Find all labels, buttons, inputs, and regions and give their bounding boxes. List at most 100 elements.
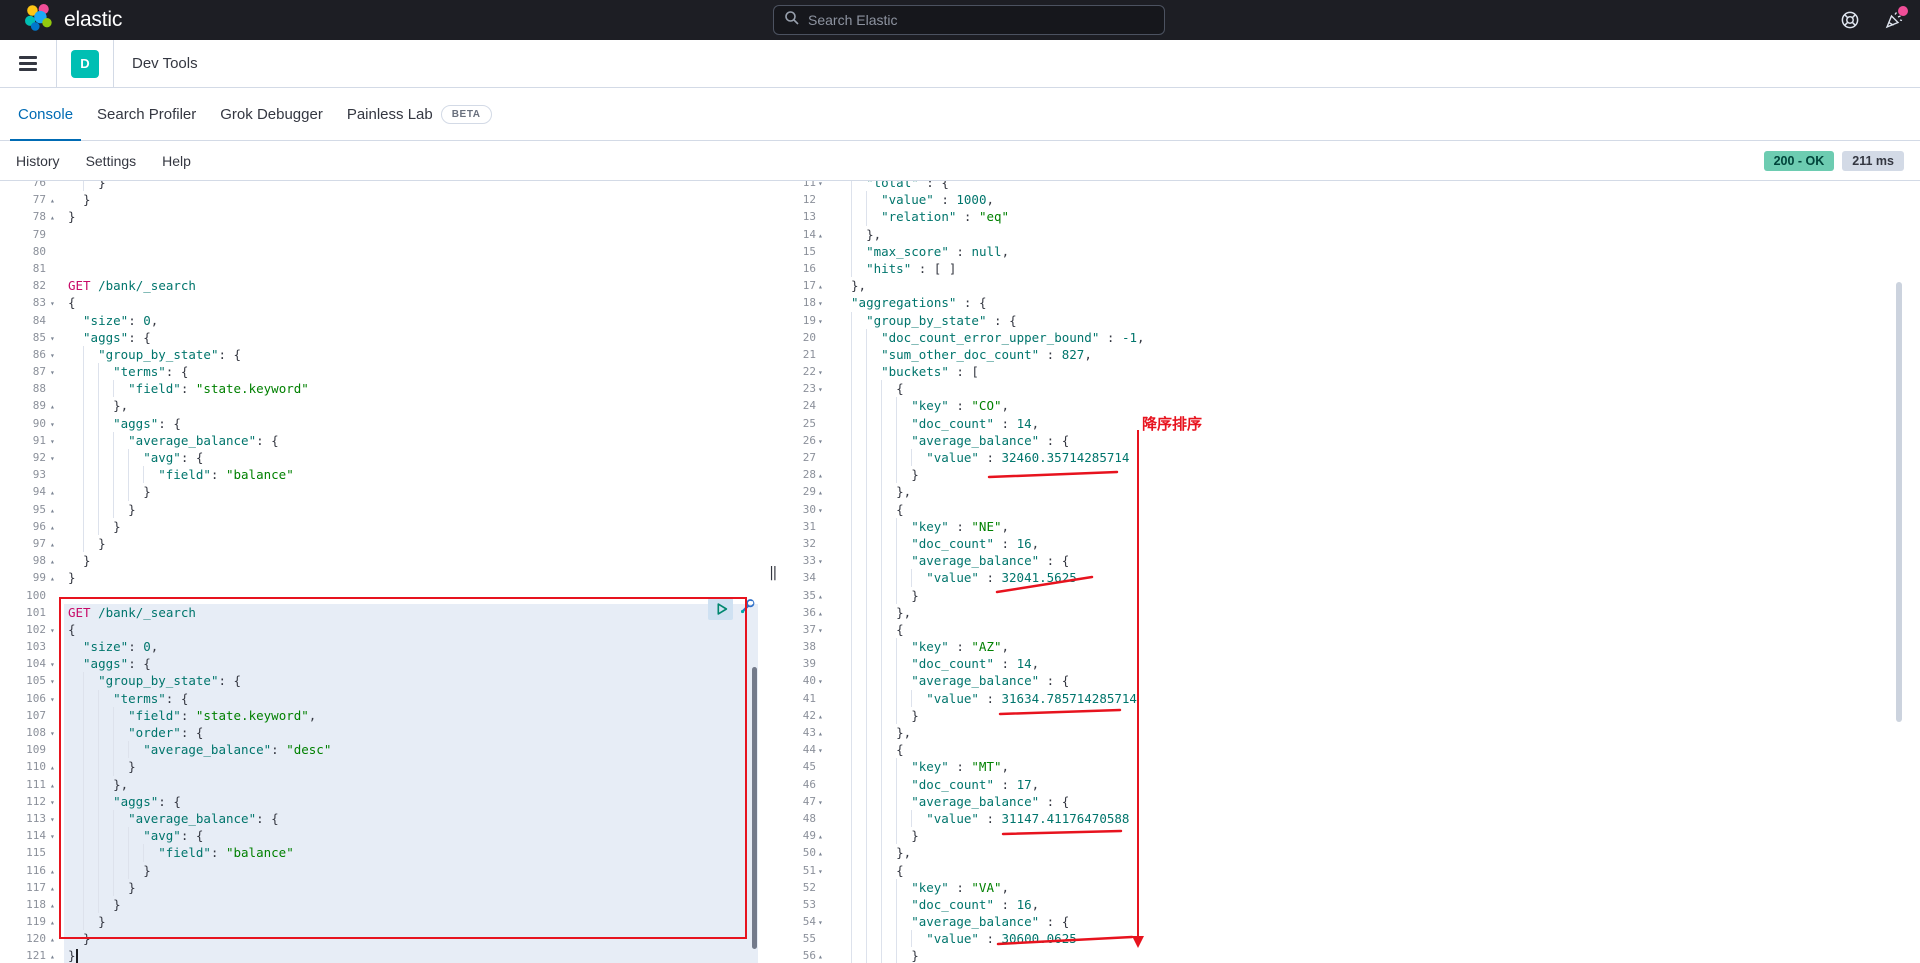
fold-toggle-icon[interactable]: ▴ <box>50 777 55 794</box>
code-line[interactable]: 53"doc_count" : 16, <box>790 896 1920 913</box>
fold-toggle-icon[interactable]: ▾ <box>50 330 55 347</box>
code-line[interactable]: 104▾"aggs": { <box>0 655 758 672</box>
code-line[interactable]: 120▴} <box>0 930 758 947</box>
fold-toggle-icon[interactable]: ▾ <box>818 433 823 450</box>
code-line[interactable]: 47▾"average_balance" : { <box>790 793 1920 810</box>
code-line[interactable]: 107"field": "state.keyword", <box>0 707 758 724</box>
code-line[interactable]: 44▾{ <box>790 741 1920 758</box>
help-menu[interactable]: Help <box>162 153 191 169</box>
code-line[interactable]: 76} <box>0 181 758 191</box>
code-line[interactable]: 105▾"group_by_state": { <box>0 672 758 689</box>
fold-toggle-icon[interactable]: ▴ <box>50 536 55 553</box>
code-line[interactable]: 98▴} <box>0 552 758 569</box>
code-line[interactable]: 109"average_balance": "desc" <box>0 741 758 758</box>
code-line[interactable]: 101GET /bank/_search <box>0 604 758 621</box>
code-line[interactable]: 17▴}, <box>790 277 1920 294</box>
code-line[interactable]: 115"field": "balance" <box>0 844 758 861</box>
code-line[interactable]: 34"value" : 32041.5625 <box>790 569 1920 586</box>
fold-toggle-icon[interactable]: ▴ <box>50 759 55 776</box>
code-line[interactable]: 121▴} <box>0 947 758 963</box>
code-line[interactable]: 19▾"group_by_state" : { <box>790 312 1920 329</box>
code-line[interactable]: 54▾"average_balance" : { <box>790 913 1920 930</box>
tab-console[interactable]: Console <box>6 88 85 140</box>
fold-toggle-icon[interactable]: ▴ <box>50 192 55 209</box>
code-line[interactable]: 110▴} <box>0 758 758 775</box>
code-line[interactable]: 116▴} <box>0 862 758 879</box>
code-line[interactable]: 52"key" : "VA", <box>790 879 1920 896</box>
code-line[interactable]: 37▾{ <box>790 621 1920 638</box>
fold-toggle-icon[interactable]: ▴ <box>818 227 823 244</box>
code-line[interactable]: 30▾{ <box>790 501 1920 518</box>
code-line[interactable]: 28▴} <box>790 466 1920 483</box>
newsfeed-icon[interactable] <box>1884 10 1904 30</box>
fold-toggle-icon[interactable]: ▾ <box>50 794 55 811</box>
code-line[interactable]: 96▴} <box>0 518 758 535</box>
code-line[interactable]: 89▴}, <box>0 397 758 414</box>
fold-toggle-icon[interactable]: ▾ <box>818 502 823 519</box>
code-line[interactable]: 45"key" : "MT", <box>790 758 1920 775</box>
wrench-icon[interactable] <box>739 598 756 618</box>
code-line[interactable]: 22▾"buckets" : [ <box>790 363 1920 380</box>
fold-toggle-icon[interactable]: ▴ <box>50 519 55 536</box>
code-line[interactable]: 16"hits" : [ ] <box>790 260 1920 277</box>
code-line[interactable]: 31"key" : "NE", <box>790 518 1920 535</box>
fold-toggle-icon[interactable]: ▴ <box>818 948 823 963</box>
fold-toggle-icon[interactable]: ▾ <box>818 673 823 690</box>
fold-toggle-icon[interactable]: ▾ <box>50 416 55 433</box>
response-viewer[interactable]: 11▾"total" : {12"value" : 1000,13"relati… <box>790 181 1920 963</box>
deployment-badge[interactable]: D <box>71 50 99 78</box>
code-line[interactable]: 111▴}, <box>0 776 758 793</box>
code-line[interactable]: 83▾{ <box>0 294 758 311</box>
fold-toggle-icon[interactable]: ▴ <box>818 588 823 605</box>
code-line[interactable]: 85▾"aggs": { <box>0 329 758 346</box>
code-line[interactable]: 99▴} <box>0 569 758 586</box>
tab-painless-lab[interactable]: Painless Lab BETA <box>335 88 504 140</box>
code-line[interactable]: 27"value" : 32460.35714285714 <box>790 449 1920 466</box>
fold-toggle-icon[interactable]: ▾ <box>50 811 55 828</box>
fold-toggle-icon[interactable]: ▴ <box>50 484 55 501</box>
right-scrollbar[interactable] <box>1896 282 1902 722</box>
fold-toggle-icon[interactable]: ▾ <box>50 725 55 742</box>
fold-toggle-icon[interactable]: ▾ <box>50 691 55 708</box>
fold-toggle-icon[interactable]: ▴ <box>50 398 55 415</box>
code-line[interactable]: 100 <box>0 587 758 604</box>
fold-toggle-icon[interactable]: ▴ <box>50 570 55 587</box>
code-line[interactable]: 13"relation" : "eq" <box>790 208 1920 225</box>
fold-toggle-icon[interactable]: ▴ <box>818 828 823 845</box>
history-menu[interactable]: History <box>16 153 60 169</box>
code-line[interactable]: 106▾"terms": { <box>0 690 758 707</box>
code-line[interactable]: 46"doc_count" : 17, <box>790 776 1920 793</box>
code-line[interactable]: 43▴}, <box>790 724 1920 741</box>
code-line[interactable]: 21"sum_other_doc_count" : 827, <box>790 346 1920 363</box>
fold-toggle-icon[interactable]: ▴ <box>50 897 55 914</box>
fold-toggle-icon[interactable]: ▾ <box>50 656 55 673</box>
fold-toggle-icon[interactable]: ▾ <box>818 742 823 759</box>
pane-splitter[interactable]: ‖ <box>758 181 790 963</box>
code-line[interactable]: 42▴} <box>790 707 1920 724</box>
fold-toggle-icon[interactable]: ▾ <box>818 863 823 880</box>
fold-toggle-icon[interactable]: ▴ <box>818 484 823 501</box>
fold-toggle-icon[interactable]: ▾ <box>818 794 823 811</box>
code-line[interactable]: 81 <box>0 260 758 277</box>
code-line[interactable]: 49▴} <box>790 827 1920 844</box>
fold-toggle-icon[interactable]: ▾ <box>818 914 823 931</box>
fold-toggle-icon[interactable]: ▴ <box>818 278 823 295</box>
code-line[interactable]: 20"doc_count_error_upper_bound" : -1, <box>790 329 1920 346</box>
code-line[interactable]: 113▾"average_balance": { <box>0 810 758 827</box>
code-line[interactable]: 33▾"average_balance" : { <box>790 552 1920 569</box>
fold-toggle-icon[interactable]: ▴ <box>50 863 55 880</box>
code-line[interactable]: 112▾"aggs": { <box>0 793 758 810</box>
code-line[interactable]: 92▾"avg": { <box>0 449 758 466</box>
global-search[interactable] <box>773 5 1165 35</box>
splitter-grip-icon[interactable]: ‖ <box>769 565 777 581</box>
code-line[interactable]: 86▾"group_by_state": { <box>0 346 758 363</box>
code-line[interactable]: 77▴} <box>0 191 758 208</box>
fold-toggle-icon[interactable]: ▴ <box>50 880 55 897</box>
code-line[interactable]: 36▴}, <box>790 604 1920 621</box>
fold-toggle-icon[interactable]: ▾ <box>50 347 55 364</box>
code-line[interactable]: 18▾"aggregations" : { <box>790 294 1920 311</box>
code-line[interactable]: 119▴} <box>0 913 758 930</box>
left-scrollbar[interactable] <box>752 667 757 949</box>
code-line[interactable]: 94▴} <box>0 483 758 500</box>
fold-toggle-icon[interactable]: ▴ <box>50 948 55 963</box>
